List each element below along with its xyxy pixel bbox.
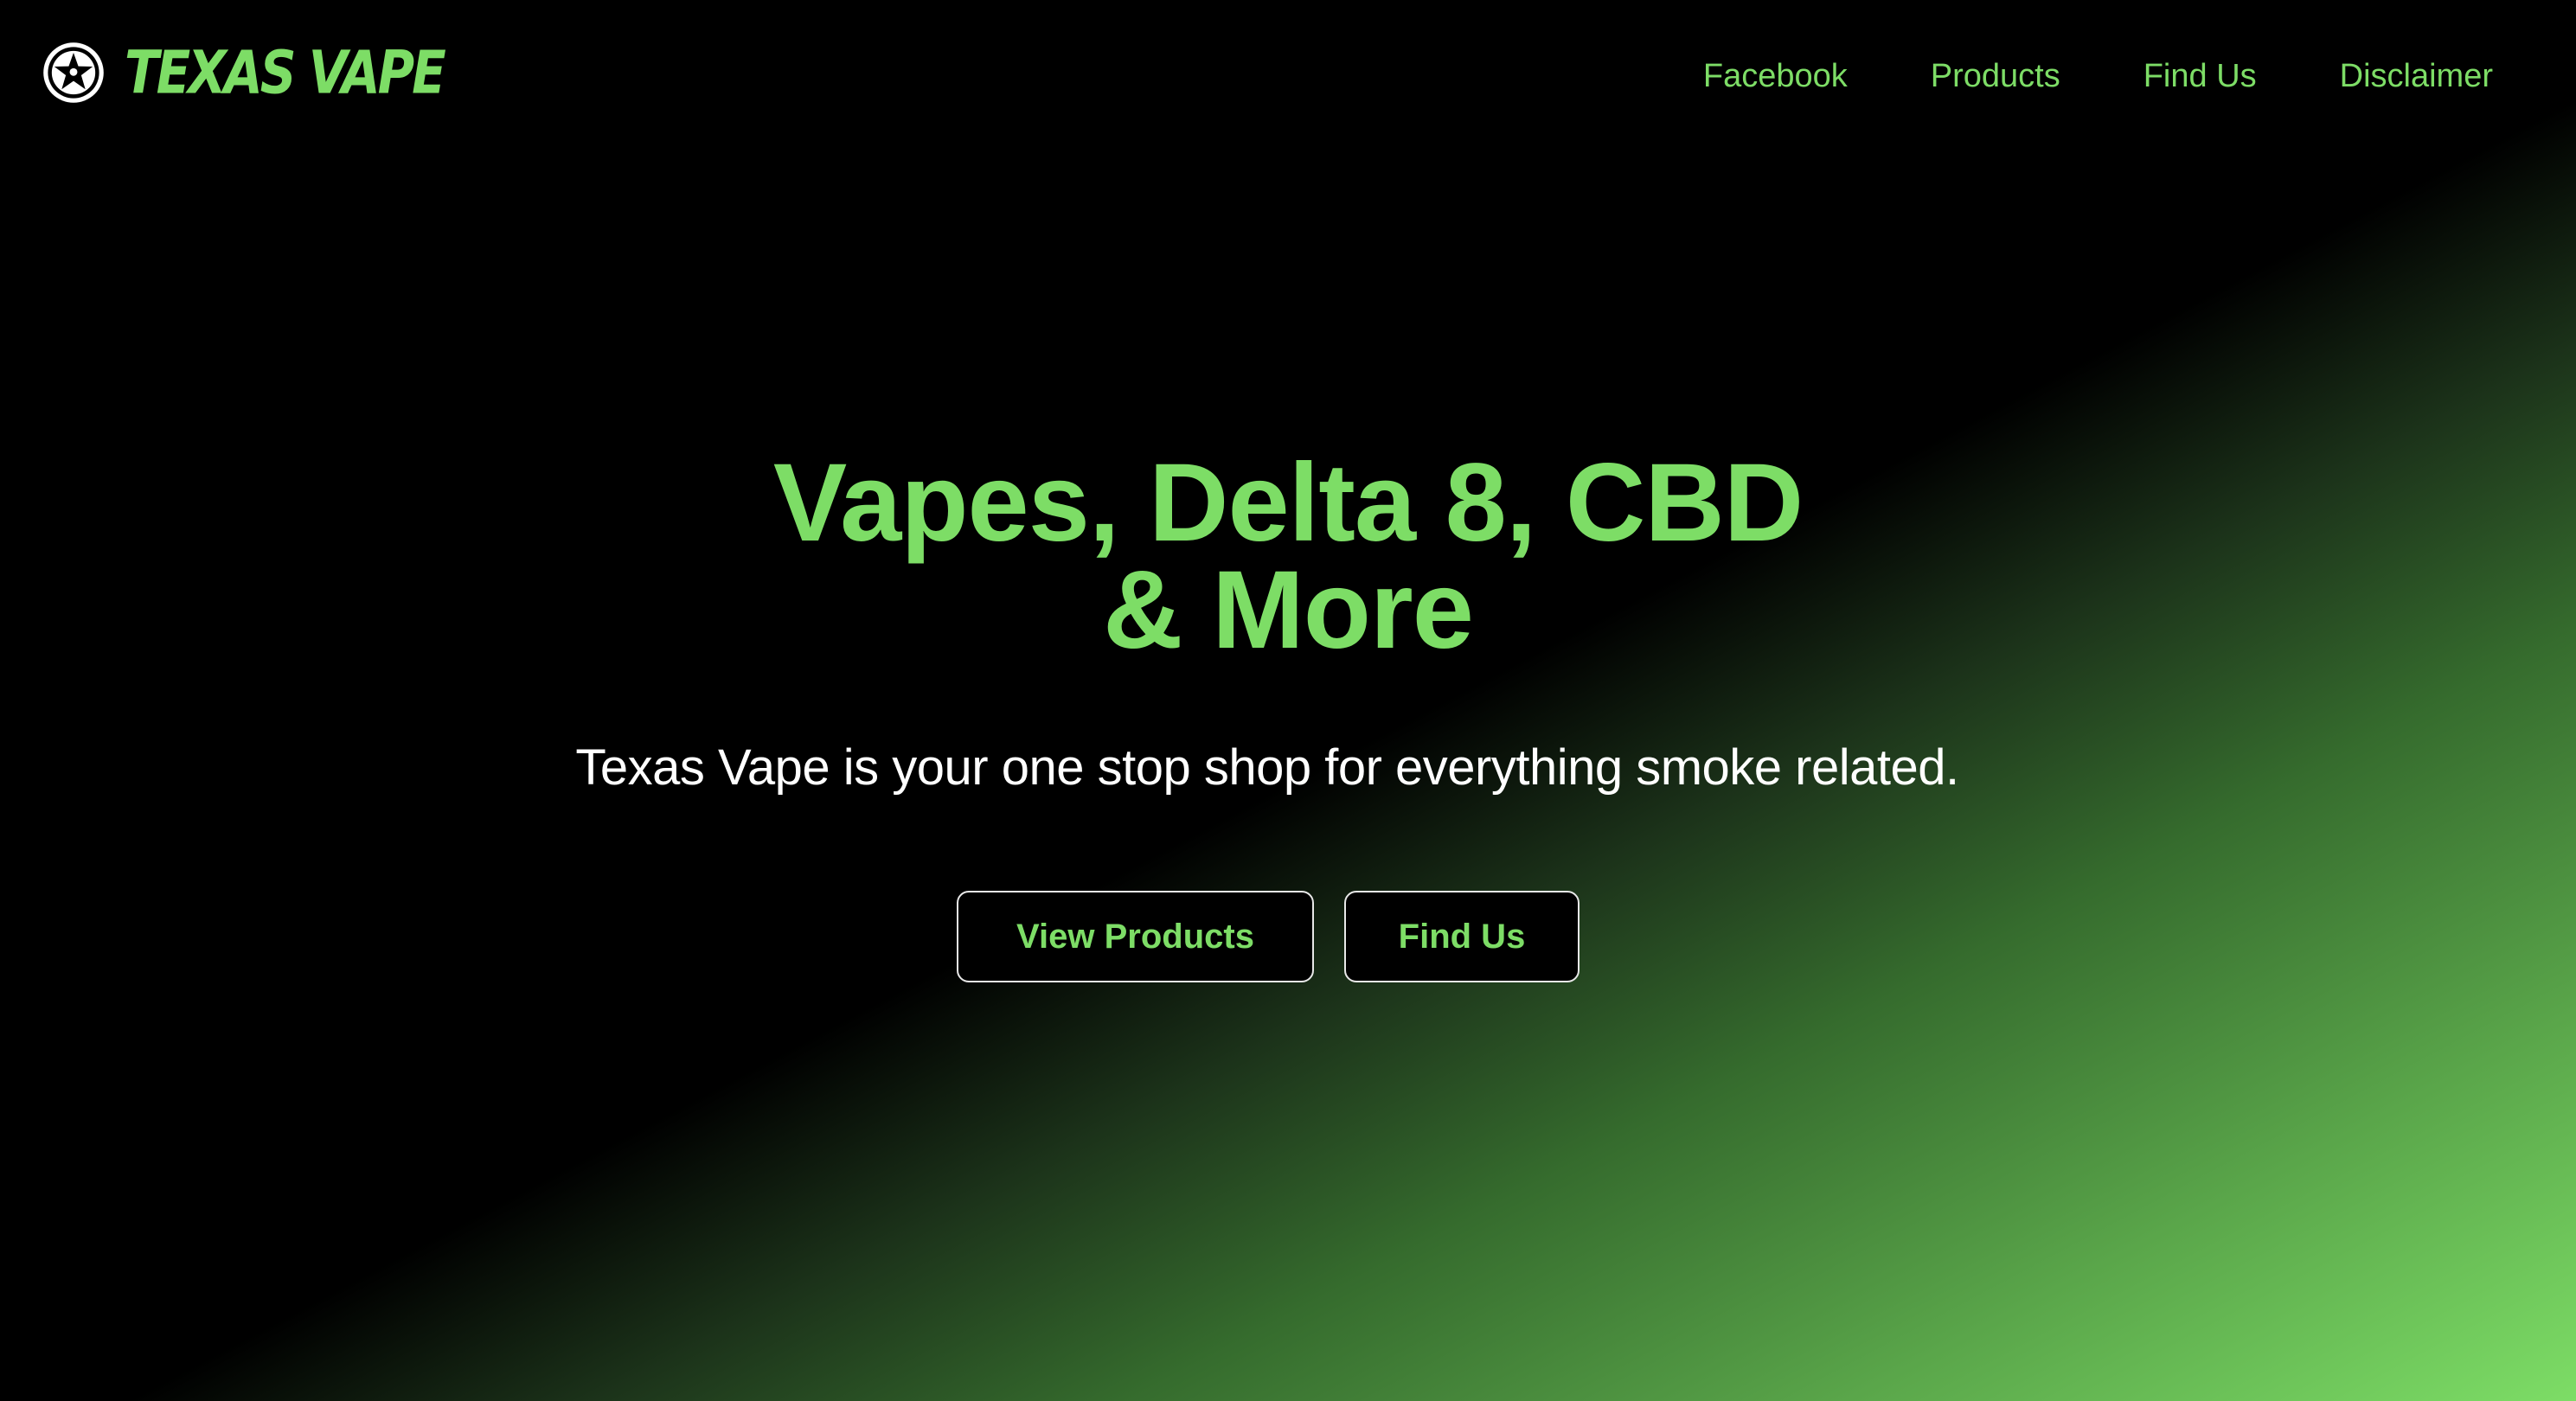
nav-links: Facebook Products Find Us Disclaimer	[1703, 54, 2493, 99]
nav-link-products[interactable]: Products	[1931, 54, 2060, 99]
brand-name: TEXAS VAPE	[125, 37, 446, 108]
hero-title: Vapes, Delta 8, CBD & More	[0, 448, 2576, 666]
hero-title-line-1: Vapes, Delta 8, CBD	[772, 441, 1804, 565]
hero-gradient-background	[0, 0, 2576, 1401]
star-badge-icon	[43, 42, 104, 103]
nav-link-disclaimer[interactable]: Disclaimer	[2340, 54, 2493, 99]
top-navigation: TEXAS VAPE Facebook Products Find Us Dis…	[0, 0, 2576, 156]
hero-title-line-2: & More	[1103, 548, 1474, 672]
find-us-button[interactable]: Find Us	[1344, 891, 1580, 982]
nav-link-find-us[interactable]: Find Us	[2143, 54, 2257, 99]
nav-link-facebook[interactable]: Facebook	[1703, 54, 1848, 99]
view-products-button[interactable]: View Products	[957, 891, 1314, 982]
brand-logo-link[interactable]: TEXAS VAPE	[42, 37, 446, 108]
hero-subtitle: Texas Vape is your one stop shop for eve…	[575, 739, 1959, 796]
